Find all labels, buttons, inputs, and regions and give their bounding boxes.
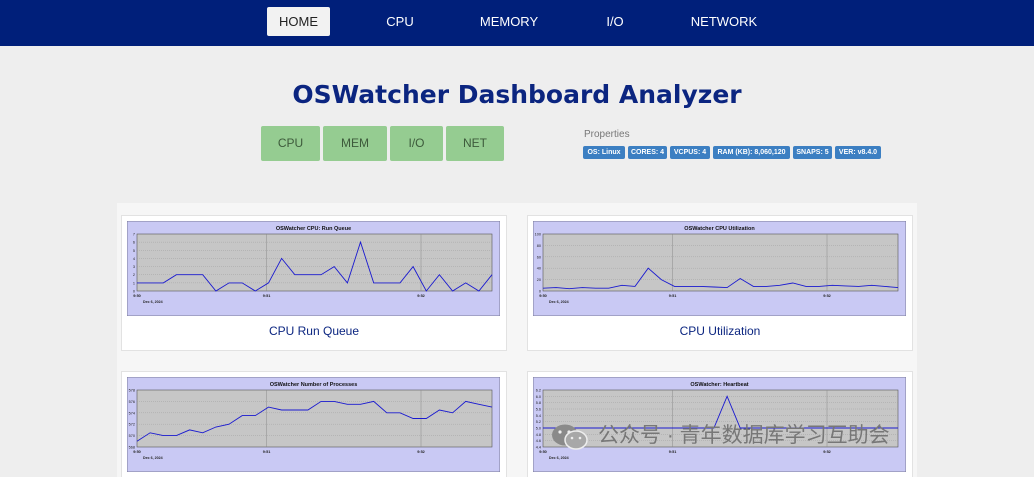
chart-caption: CPU Run Queue [268, 324, 360, 338]
chart-card-run-queue[interactable]: OSWatcher CPU: Run Queue 7 6 5 4 3 2 1 0 9:50 9:51… [121, 215, 507, 351]
nav-memory[interactable]: MEMORY [472, 7, 546, 36]
y-tick-label: 5.0 [536, 427, 541, 431]
quick-mem-button[interactable]: MEM [323, 126, 387, 161]
y-tick-label: 4.8 [536, 433, 541, 437]
y-tick-label: 5.6 [536, 408, 541, 412]
chart-title: OSWatcher CPU Utilization [684, 226, 755, 232]
y-tick-label: 40 [537, 267, 541, 271]
y-tick-label: 578 [129, 389, 135, 393]
badge-cores: CORES: 4 [628, 146, 667, 159]
y-tick-label: 5.8 [536, 401, 541, 405]
page-title: OSWatcher Dashboard Analyzer [292, 80, 742, 109]
processes-chart: OSWatcher Number of Processes 578 576 574 57… [127, 377, 500, 472]
badge-ram: RAM (KB): 8,060,120 [713, 146, 790, 159]
badge-os: OS: Linux [583, 146, 625, 159]
x-tick-label: 9:51 [669, 294, 677, 298]
nav-network[interactable]: NETWORK [684, 7, 764, 36]
watermark-text: 公众号 · 青年数据库学习互助会 [598, 424, 890, 447]
badge-snaps: SNAPS: 5 [793, 146, 832, 159]
x-tick-label: 9:50 [133, 294, 141, 298]
x-tick-label: 9:52 [417, 294, 425, 298]
plot-area [542, 233, 899, 292]
y-tick-label: 6.0 [536, 395, 541, 399]
y-tick-label: 1 [133, 281, 135, 285]
x-tick-label: 9:52 [823, 294, 831, 298]
y-tick-label: 6.2 [536, 389, 541, 393]
top-navbar: HOME CPU MEMORY I/O NETWORK [0, 0, 1034, 46]
y-tick-label: 574 [129, 411, 135, 415]
y-tick-label: 60 [537, 255, 541, 259]
chart-card-processes[interactable]: OSWatcher Number of Processes 578 576 574 57… [121, 371, 507, 477]
quick-net-button[interactable]: NET [446, 126, 504, 161]
y-tick-label: 570 [129, 434, 135, 438]
chart-title: OSWatcher Number of Processes [270, 382, 358, 388]
date-label: Dec 6, 2024 [143, 300, 163, 304]
wechat-icon [552, 424, 588, 450]
y-tick-label: 7 [133, 233, 135, 237]
y-tick-label: 576 [129, 400, 135, 404]
nav-io[interactable]: I/O [596, 7, 634, 36]
quick-cpu-button[interactable]: CPU [261, 126, 320, 161]
properties-label: Properties [584, 129, 630, 140]
badge-version: VER: v8.4.0 [835, 146, 881, 159]
y-tick-label: 5.4 [536, 414, 541, 418]
y-tick-label: 572 [129, 423, 135, 427]
y-tick-label: 20 [537, 278, 541, 282]
y-tick-label: 6 [133, 241, 135, 245]
date-label: Dec 6, 2024 [549, 456, 569, 460]
x-tick-label: 9:50 [539, 450, 547, 454]
y-tick-label: 4 [133, 257, 135, 261]
badge-vcpus: VCPUS: 4 [670, 146, 710, 159]
plot-area [136, 389, 493, 448]
run-queue-chart: OSWatcher CPU: Run Queue 7 6 5 4 3 2 1 09:50 9:51… [127, 221, 500, 316]
x-tick-label: 9:51 [263, 450, 271, 454]
plot-area [136, 233, 493, 292]
watermark: 公众号 · 青年数据库学习互助会 [550, 419, 1010, 453]
x-tick-label: 9:50 [133, 450, 141, 454]
y-tick-label: 3 [133, 265, 135, 269]
y-tick-label: 5.2 [536, 420, 541, 424]
nav-cpu[interactable]: CPU [375, 7, 425, 36]
chart-card-cpu-utilization[interactable]: OSWatcher CPU Utilization 100 80 60 40 20 0 9:5… [527, 215, 913, 351]
date-label: Dec 6, 2024 [549, 300, 569, 304]
chart-title: OSWatcher: Heartbeat [690, 382, 748, 388]
nav-home[interactable]: HOME [267, 7, 330, 36]
chart-title: OSWatcher CPU: Run Queue [276, 226, 351, 232]
x-tick-label: 9:51 [263, 294, 271, 298]
y-tick-label: 568 [129, 446, 135, 450]
x-tick-label: 9:52 [417, 450, 425, 454]
y-tick-label: 4.4 [536, 446, 541, 450]
y-tick-label: 4.6 [536, 439, 541, 443]
y-tick-label: 80 [537, 244, 541, 248]
y-tick-label: 0 [133, 290, 135, 294]
chart-caption: CPU Utilization [679, 324, 761, 338]
cpu-utilization-chart: OSWatcher CPU Utilization1008060402009:5… [533, 221, 906, 316]
date-label: Dec 6, 2024 [143, 456, 163, 460]
y-tick-label: 100 [535, 233, 541, 237]
y-tick-label: 2 [133, 273, 135, 277]
quick-io-button[interactable]: I/O [390, 126, 443, 161]
y-tick-label: 5 [133, 249, 135, 253]
x-tick-label: 9:50 [539, 294, 547, 298]
y-tick-label: 0 [539, 290, 541, 294]
